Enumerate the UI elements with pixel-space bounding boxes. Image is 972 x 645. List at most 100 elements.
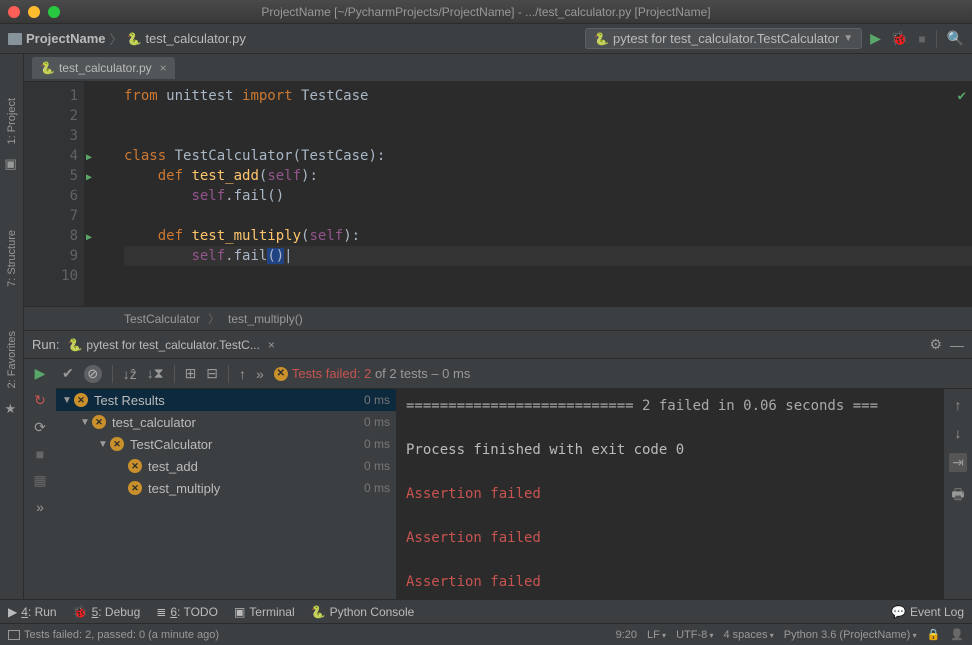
minimize-window-button[interactable] <box>28 6 40 18</box>
expand-arrow-icon[interactable]: ▼ <box>98 439 108 450</box>
sort-alphabetically-button[interactable]: ↓ẑ <box>123 366 137 382</box>
more-actions-button[interactable]: » <box>256 366 264 382</box>
tree-item-time: 0 ms <box>364 415 390 429</box>
fail-icon: ✕ <box>128 481 142 495</box>
more-actions-button[interactable]: » <box>36 499 44 515</box>
editor-tabs: test_calculator.py × <box>24 54 972 82</box>
run-configuration-selector[interactable]: pytest for test_calculator.TestCalculato… <box>585 28 862 49</box>
tests-status-label: ✕ Tests failed: 2 of 2 tests – 0 ms <box>274 366 471 381</box>
test-results-toolbar: ✔ ⊘ ↓ẑ ↓⧗ ⊞ ⊟ ↑ » ✕ <box>56 359 972 389</box>
run-panel-tab-label: pytest for test_calculator.TestC... <box>86 338 259 352</box>
test-console-output[interactable]: =========================== 2 failed in … <box>396 389 944 599</box>
toggle-auto-test-button[interactable]: ⟳ <box>34 419 46 436</box>
favorites-tool-window-tab[interactable]: 2: Favorites <box>4 327 20 392</box>
breadcrumb-separator: 〉 <box>208 310 220 327</box>
scroll-up-button[interactable]: ↑ <box>955 397 962 413</box>
tree-item-time: 0 ms <box>364 481 390 495</box>
expand-all-button[interactable]: ⊞ <box>185 365 197 382</box>
expand-arrow-icon[interactable]: ▼ <box>80 417 90 428</box>
breadcrumb-method[interactable]: test_multiply() <box>228 312 303 326</box>
toolbar-separator <box>112 365 113 383</box>
console-right-toolbar: ↑ ↓ ⇥ 🖶 <box>944 389 972 599</box>
console-separator: =========================== 2 failed in … <box>406 398 878 414</box>
maximize-window-button[interactable] <box>48 6 60 18</box>
toolbar-separator <box>174 365 175 383</box>
close-run-tab-button[interactable]: × <box>268 338 275 352</box>
console-assertion: Assertion failed <box>406 574 541 590</box>
python-file-icon <box>40 61 55 75</box>
close-tab-button[interactable]: × <box>160 61 167 75</box>
rerun-failed-button[interactable]: ↻ <box>34 392 46 409</box>
structure-tool-window-tab[interactable]: 7: Structure <box>4 226 20 291</box>
breadcrumb-file[interactable]: test_calculator.py <box>127 31 246 46</box>
run-settings-button[interactable]: ⚙ <box>929 336 942 353</box>
tree-item[interactable]: ▼✕ test_calculator0 ms <box>56 411 396 433</box>
python-console-tool-button[interactable]: Python Console <box>311 605 415 619</box>
console-exit-line: Process finished with exit code 0 <box>406 442 684 458</box>
dump-threads-button: ▦ <box>33 472 46 489</box>
status-message: Tests failed: 2, passed: 0 (a minute ago… <box>24 629 219 641</box>
fail-icon: ✕ <box>110 437 124 451</box>
close-window-button[interactable] <box>8 6 20 18</box>
terminal-tool-button[interactable]: ▣Terminal <box>234 605 295 619</box>
previous-failed-test-button[interactable]: ↑ <box>239 366 246 382</box>
tree-item-label: test_calculator <box>112 415 364 430</box>
favorites-star-icon[interactable]: ★ <box>5 401 19 415</box>
fail-icon: ✕ <box>92 415 106 429</box>
console-assertion: Assertion failed <box>406 530 541 546</box>
inspection-ok-icon: ✔ <box>958 88 966 104</box>
minimize-run-panel-button[interactable]: — <box>950 337 964 353</box>
tree-root-label: Test Results <box>94 393 364 408</box>
read-only-icon[interactable] <box>927 628 941 641</box>
project-tool-window-tab[interactable]: 1: Project <box>4 94 20 148</box>
indent-selector[interactable]: 4 spaces <box>724 629 774 641</box>
project-tool-icon[interactable]: ▣ <box>5 156 19 170</box>
status-bar-icon[interactable] <box>8 630 20 640</box>
left-tool-window-bar: 1: Project ▣ 7: Structure 2: Favorites ★ <box>0 54 24 599</box>
search-everywhere-button[interactable]: 🔍 <box>947 30 964 47</box>
editor-content[interactable]: from unittest import TestCase class Test… <box>84 82 972 306</box>
encoding-selector[interactable]: UTF-8 <box>676 629 713 641</box>
sort-by-duration-button[interactable]: ↓⧗ <box>147 365 164 382</box>
tree-item[interactable]: ▼✕TestCalculator0 ms <box>56 433 396 455</box>
soft-wrap-button[interactable]: ⇥ <box>949 453 967 472</box>
toolbar-separator <box>228 365 229 383</box>
run-tool-button[interactable]: ▶4: Run <box>8 605 57 619</box>
editor-tab-test-calculator[interactable]: test_calculator.py × <box>32 57 175 79</box>
chevron-down-icon: ▼ <box>843 33 853 44</box>
interpreter-selector[interactable]: Python 3.6 (ProjectName) <box>784 629 917 641</box>
status-bar: Tests failed: 2, passed: 0 (a minute ago… <box>0 623 972 645</box>
code-with-me-icon[interactable] <box>950 628 964 641</box>
tree-item[interactable]: ✕test_multiply0 ms <box>56 477 396 499</box>
run-panel-header: Run: pytest for test_calculator.TestC...… <box>24 331 972 359</box>
breadcrumb-class[interactable]: TestCalculator <box>124 312 200 326</box>
breadcrumb-project[interactable]: ProjectName <box>8 31 105 46</box>
todo-tool-button[interactable]: ≣6: TODO <box>156 605 218 619</box>
debug-button[interactable]: 🐞 <box>891 30 908 47</box>
expand-arrow-icon[interactable]: ▼ <box>62 395 72 406</box>
event-log-button[interactable]: 💬Event Log <box>891 605 964 619</box>
debug-tool-button[interactable]: 🐞5: Debug <box>73 605 141 619</box>
rerun-button[interactable]: ▶ <box>35 365 46 382</box>
tree-item-label: test_add <box>148 459 364 474</box>
print-button[interactable]: 🖶 <box>951 484 964 508</box>
breadcrumb-separator: 〉 <box>109 29 122 48</box>
code-editor[interactable]: 1234▶5▶678▶910 from unittest import Test… <box>24 82 972 306</box>
tree-root[interactable]: ▼ ✕ Test Results 0 ms <box>56 389 396 411</box>
pytest-icon <box>594 31 609 46</box>
test-results-tree[interactable]: ▼ ✕ Test Results 0 ms ▼✕test_calculator0… <box>56 389 396 599</box>
show-ignored-button[interactable]: ⊘ <box>84 365 102 383</box>
line-separator-selector[interactable]: LF <box>647 629 666 641</box>
run-panel-tab[interactable]: pytest for test_calculator.TestC... × <box>67 338 274 352</box>
run-button[interactable]: ▶ <box>870 30 881 47</box>
tree-item[interactable]: ✕test_add0 ms <box>56 455 396 477</box>
breadcrumb-file-label: test_calculator.py <box>145 31 245 46</box>
scroll-down-button[interactable]: ↓ <box>955 425 962 441</box>
show-passed-button[interactable]: ✔ <box>62 365 74 382</box>
collapse-all-button[interactable]: ⊟ <box>206 365 218 382</box>
stop-button: ■ <box>918 32 925 46</box>
titlebar: ProjectName [~/PycharmProjects/ProjectNa… <box>0 0 972 24</box>
caret-position[interactable]: 9:20 <box>616 629 637 641</box>
bottom-tool-window-bar: ▶4: Run 🐞5: Debug ≣6: TODO ▣Terminal Pyt… <box>0 599 972 623</box>
toolbar-separator <box>936 30 937 48</box>
